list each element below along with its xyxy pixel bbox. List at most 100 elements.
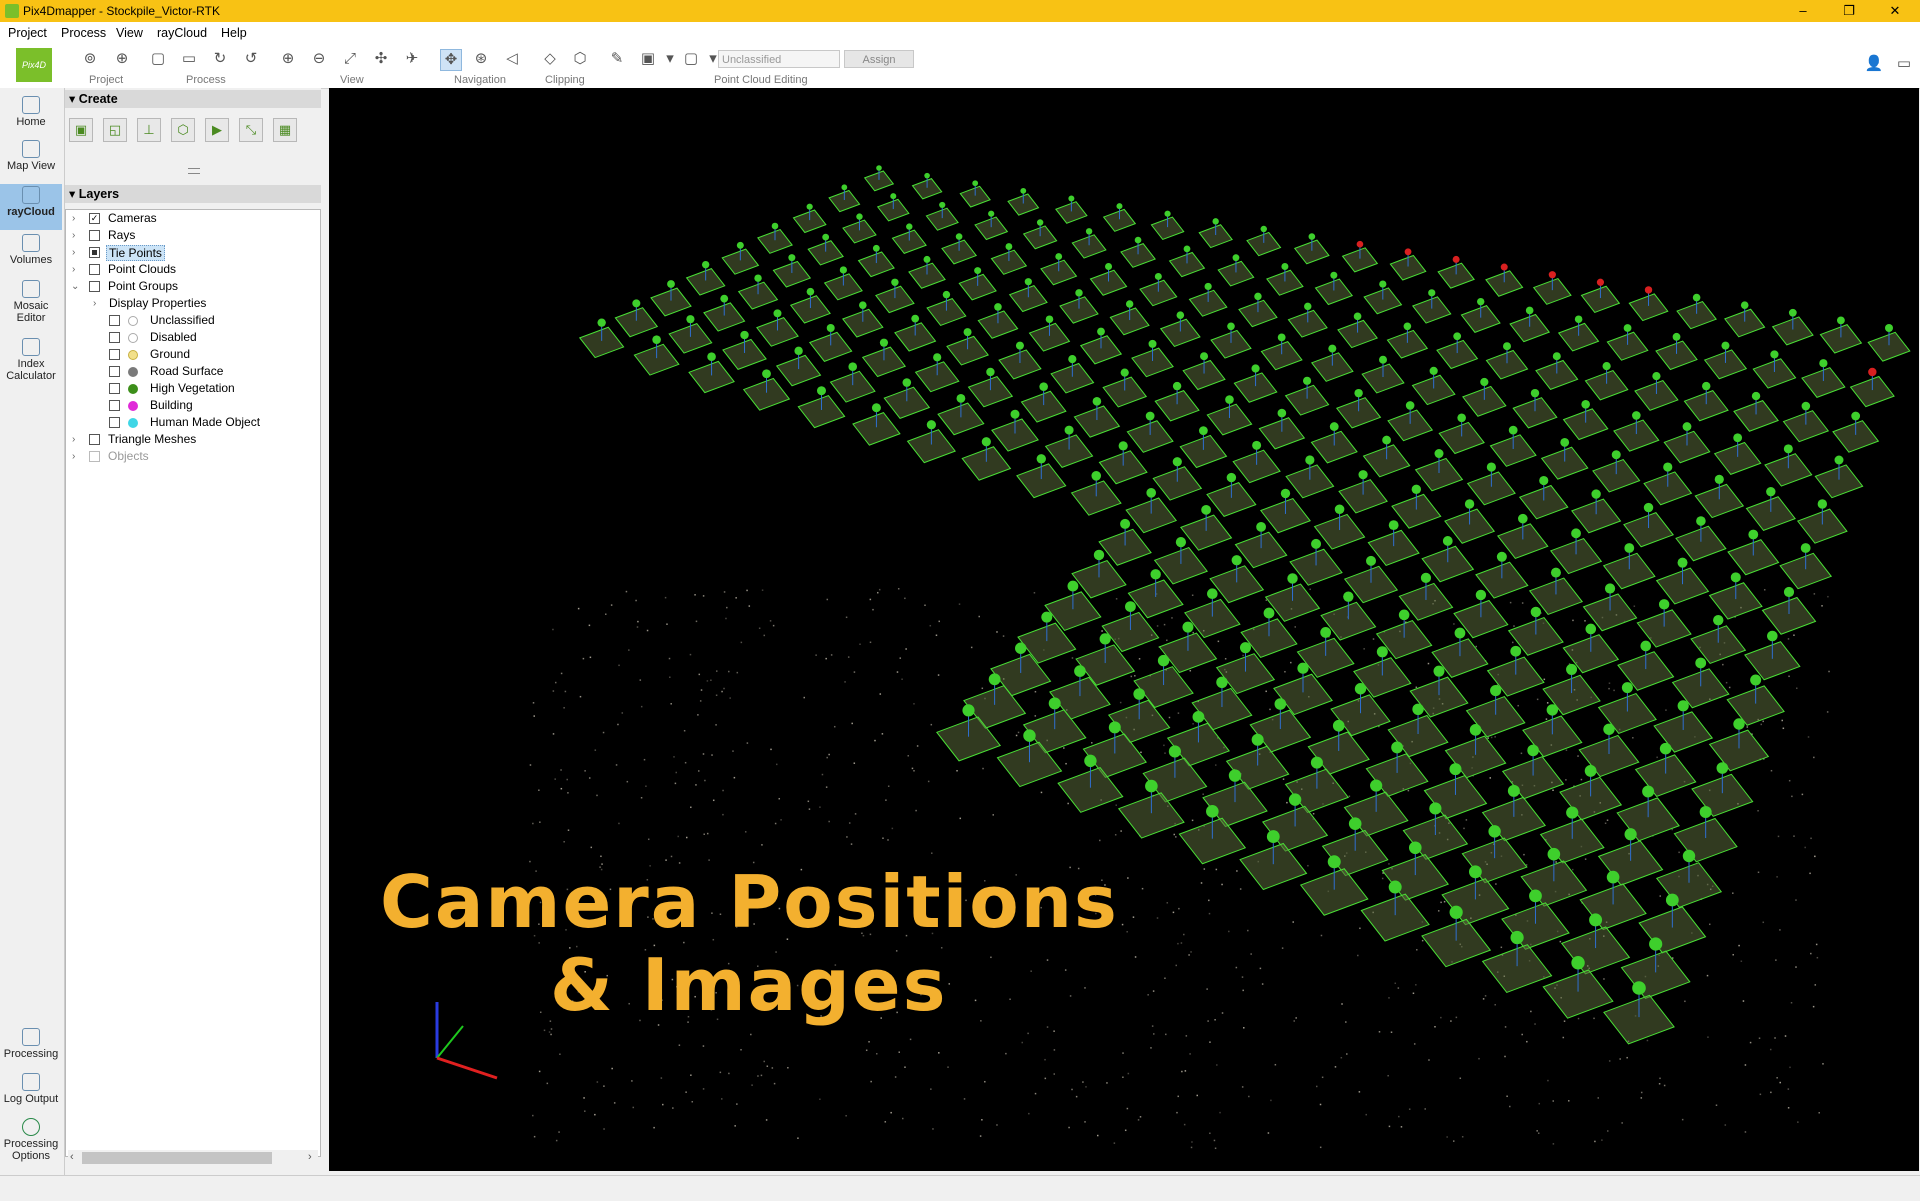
tree-row-cameras[interactable]: › ✓ Cameras bbox=[66, 210, 320, 227]
high-vegetation-checkbox[interactable] bbox=[109, 383, 120, 394]
point-cloud-speck bbox=[1034, 715, 1037, 717]
expand-icon[interactable]: › bbox=[93, 295, 103, 312]
splitter-handle[interactable] bbox=[188, 168, 200, 174]
expand-icon[interactable]: › bbox=[72, 244, 82, 261]
nav-processing-options[interactable]: Processing Options bbox=[0, 1118, 62, 1172]
create-volume-icon[interactable]: ⬡ bbox=[171, 118, 195, 142]
zoom-all-icon[interactable]: ⤢ bbox=[340, 49, 360, 69]
collapse-icon[interactable]: ⌄ bbox=[71, 278, 81, 295]
create-orientation-icon[interactable]: ⤡ bbox=[239, 118, 263, 142]
menu-process[interactable]: Process bbox=[61, 26, 106, 40]
zoom-in-icon[interactable]: ⊕ bbox=[278, 49, 298, 69]
navigation-first-person-icon[interactable]: ◁ bbox=[502, 49, 522, 69]
rays-checkbox[interactable] bbox=[89, 230, 100, 241]
tree-row-display-properties[interactable]: › Display Properties bbox=[66, 295, 320, 312]
create-surface-icon[interactable]: ◱ bbox=[103, 118, 127, 142]
point-cloud-speck bbox=[1239, 888, 1242, 890]
navigation-standard-icon[interactable]: ✥ bbox=[440, 49, 462, 71]
layers-horizontal-scrollbar[interactable]: ‹ › bbox=[68, 1150, 318, 1166]
project-open-icon[interactable]: ⊚ bbox=[80, 49, 100, 69]
navigation-trackball-icon[interactable]: ⊛ bbox=[471, 49, 491, 69]
point-class-select[interactable]: Unclassified bbox=[718, 50, 840, 68]
scroll-right-icon[interactable]: › bbox=[308, 1151, 312, 1163]
point-cloud-speck bbox=[1822, 1063, 1824, 1065]
assign-button[interactable]: Assign bbox=[844, 50, 914, 68]
expand-icon[interactable]: › bbox=[72, 261, 82, 278]
tree-row-objects[interactable]: › Objects bbox=[66, 448, 320, 465]
nav-volumes-label: Volumes bbox=[9, 254, 53, 266]
selection-mode-dropdown-icon[interactable]: ▾ bbox=[660, 49, 680, 69]
layers-section-header[interactable]: ▾ Layers bbox=[65, 185, 321, 203]
app-icon bbox=[5, 4, 19, 18]
nav-volumes[interactable]: Volumes bbox=[0, 234, 62, 276]
tree-row-unclassified[interactable]: Unclassified bbox=[66, 312, 320, 329]
cameras-checkbox[interactable]: ✓ bbox=[89, 213, 100, 224]
point-groups-checkbox[interactable] bbox=[89, 281, 100, 292]
create-scale-constraint-icon[interactable]: ⊥ bbox=[137, 118, 161, 142]
user-account-icon[interactable]: 👤 bbox=[1864, 54, 1884, 74]
tree-row-ground[interactable]: Ground bbox=[66, 346, 320, 363]
nav-index-calculator[interactable]: Index Calculator bbox=[0, 338, 62, 392]
human-made-object-checkbox[interactable] bbox=[109, 417, 120, 428]
process-step3-icon[interactable]: ↻ bbox=[210, 49, 230, 69]
expand-icon[interactable]: › bbox=[72, 227, 82, 244]
ground-checkbox[interactable] bbox=[109, 349, 120, 360]
disabled-checkbox[interactable] bbox=[109, 332, 120, 343]
point-clouds-checkbox[interactable] bbox=[89, 264, 100, 275]
tree-row-building[interactable]: Building bbox=[66, 397, 320, 414]
road-surface-checkbox[interactable] bbox=[109, 366, 120, 377]
rectangle-select-icon[interactable]: ▢ bbox=[681, 49, 701, 69]
tree-row-point-groups[interactable]: ⌄ Point Groups bbox=[66, 278, 320, 295]
zoom-selection-icon[interactable]: ✣ bbox=[371, 49, 391, 69]
maximize-button[interactable]: ❐ bbox=[1826, 0, 1872, 22]
nav-raycloud[interactable]: rayCloud bbox=[0, 184, 62, 230]
tree-row-triangle-meshes[interactable]: › Triangle Meshes bbox=[66, 431, 320, 448]
menu-raycloud[interactable]: rayCloud bbox=[157, 26, 207, 40]
nav-log-output[interactable]: Log Output bbox=[0, 1073, 62, 1115]
expand-icon[interactable]: › bbox=[72, 210, 82, 227]
tie-points-checkbox[interactable] bbox=[89, 247, 100, 258]
tree-row-road-surface[interactable]: Road Surface bbox=[66, 363, 320, 380]
scrollbar-thumb[interactable] bbox=[82, 1152, 272, 1164]
tree-row-disabled[interactable]: Disabled bbox=[66, 329, 320, 346]
minimize-button[interactable]: – bbox=[1780, 0, 1826, 22]
selection-mode-icon[interactable]: ▣ bbox=[638, 49, 658, 69]
menu-project[interactable]: Project bbox=[8, 26, 47, 40]
nav-processing[interactable]: Processing bbox=[0, 1028, 62, 1070]
menu-help[interactable]: Help bbox=[221, 26, 247, 40]
objects-checkbox[interactable] bbox=[89, 451, 100, 462]
scroll-left-icon[interactable]: ‹ bbox=[70, 1151, 74, 1163]
tree-row-high-vegetation[interactable]: High Vegetation bbox=[66, 380, 320, 397]
building-checkbox[interactable] bbox=[109, 400, 120, 411]
nav-home[interactable]: Home bbox=[0, 96, 62, 138]
expand-icon[interactable]: › bbox=[72, 448, 82, 465]
zoom-out-icon[interactable]: ⊖ bbox=[309, 49, 329, 69]
tree-row-point-clouds[interactable]: › Point Clouds bbox=[66, 261, 320, 278]
fly-icon[interactable]: ✈ bbox=[402, 49, 422, 69]
create-video-icon[interactable]: ▶ bbox=[205, 118, 229, 142]
window-layout-icon[interactable]: ▭ bbox=[1894, 54, 1914, 74]
nav-map-view[interactable]: Map View bbox=[0, 140, 62, 182]
project-gcp-icon[interactable]: ⊕ bbox=[112, 49, 132, 69]
menu-view[interactable]: View bbox=[116, 26, 143, 40]
clipping-edit-icon[interactable]: ⬡ bbox=[570, 49, 590, 69]
process-step1-icon[interactable]: ▢ bbox=[148, 49, 168, 69]
point-cloud-speck bbox=[1758, 1037, 1761, 1039]
unclassified-checkbox[interactable] bbox=[109, 315, 120, 326]
tree-row-tie-points[interactable]: › Tie Points bbox=[66, 244, 320, 261]
close-button[interactable]: ✕ bbox=[1872, 0, 1918, 22]
process-step2-icon[interactable]: ▭ bbox=[179, 49, 199, 69]
edit-densified-points-icon[interactable]: ✎ bbox=[607, 49, 627, 69]
expand-icon[interactable]: › bbox=[72, 431, 82, 448]
clipping-box-icon[interactable]: ◇ bbox=[540, 49, 560, 69]
tree-row-rays[interactable]: › Rays bbox=[66, 227, 320, 244]
create-polyline-icon[interactable]: ▣ bbox=[69, 118, 93, 142]
triangle-meshes-checkbox[interactable] bbox=[89, 434, 100, 445]
tree-row-human-made-object[interactable]: Human Made Object bbox=[66, 414, 320, 431]
nav-mosaic-editor[interactable]: Mosaic Editor bbox=[0, 280, 62, 334]
create-section-header[interactable]: ▾ Create bbox=[65, 90, 321, 108]
process-step4-icon[interactable]: ↺ bbox=[241, 49, 261, 69]
create-area-icon[interactable]: ▦ bbox=[273, 118, 297, 142]
point-cloud-speck bbox=[706, 680, 709, 682]
camera-position-marker bbox=[1632, 981, 1646, 995]
